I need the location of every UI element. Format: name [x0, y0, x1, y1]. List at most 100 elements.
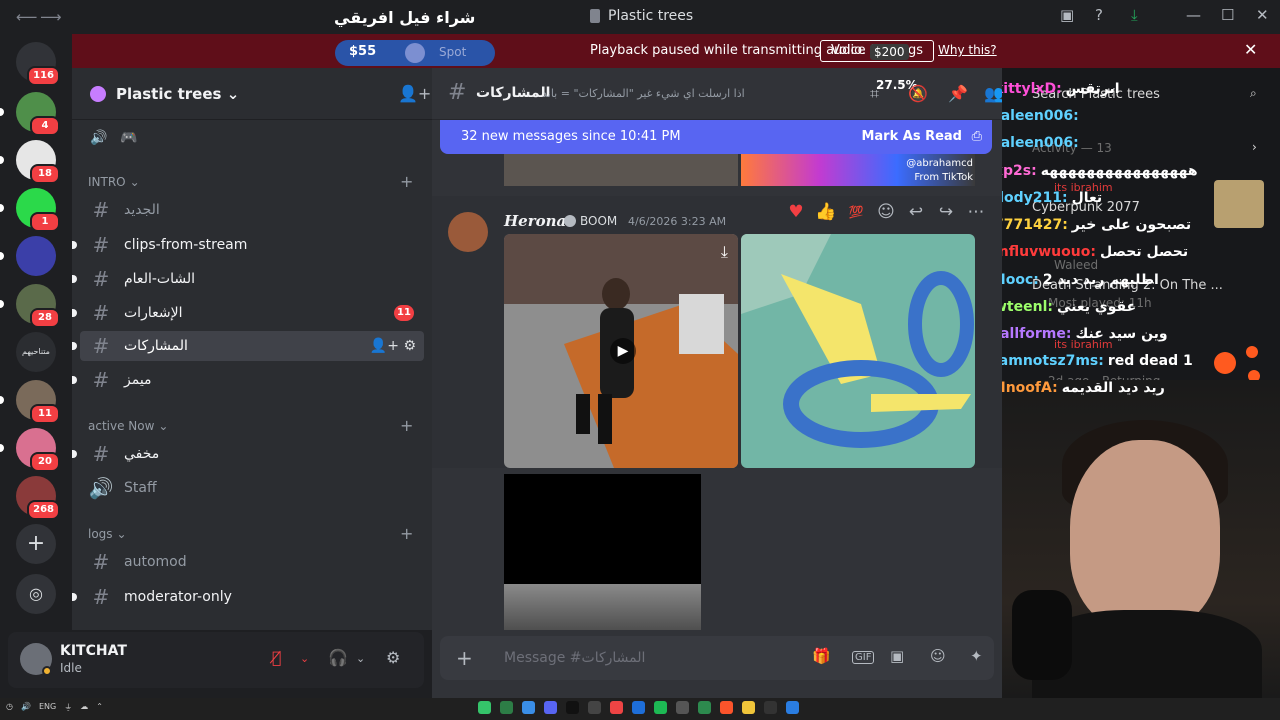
chevron-down-icon[interactable]: ⌄: [300, 652, 309, 665]
add-reaction-icon[interactable]: ☺: [874, 202, 898, 222]
gear-icon[interactable]: ⚙: [386, 648, 400, 667]
app-icon[interactable]: [676, 701, 689, 714]
server-icon[interactable]: 11: [16, 380, 60, 424]
category-logs[interactable]: logs ⌄: [88, 527, 127, 541]
close-window-icon[interactable]: ✕: [1256, 6, 1269, 24]
add-channel-icon[interactable]: +: [400, 524, 413, 543]
discord-icon[interactable]: [544, 701, 557, 714]
video-attachment[interactable]: ▶ ⤓: [504, 234, 738, 468]
channel-notifications[interactable]: # الإشعارات 11: [72, 298, 424, 328]
channel-hidden[interactable]: # مخفي: [72, 439, 424, 469]
app-icon[interactable]: [698, 701, 711, 714]
invite-icon[interactable]: 👤+: [398, 84, 431, 103]
windows-icon[interactable]: [786, 701, 799, 714]
help-icon[interactable]: ?: [1095, 6, 1103, 24]
previous-video-thumb-right[interactable]: @abrahamcd From TikTok: [741, 154, 975, 186]
tray-expand-icon[interactable]: ⌃: [96, 702, 103, 713]
video-attachment[interactable]: [504, 474, 701, 630]
gamepad-icon[interactable]: 🎮: [120, 130, 137, 146]
add-channel-icon[interactable]: +: [400, 416, 413, 435]
download-icon[interactable]: ⤓: [1131, 6, 1138, 24]
forward-icon[interactable]: ↪: [934, 202, 958, 222]
minimize-icon[interactable]: —: [1186, 6, 1201, 24]
app-icon[interactable]: [588, 701, 601, 714]
category-active-now[interactable]: active Now ⌄: [88, 419, 168, 433]
message-input[interactable]: Message #المشاركات: [504, 650, 645, 666]
headphones-icon[interactable]: 🎧: [328, 648, 348, 667]
channel-jadeed[interactable]: # الجديد: [80, 195, 424, 225]
spotify-icon[interactable]: [654, 701, 667, 714]
thumbs-up-icon[interactable]: 👍: [814, 202, 838, 222]
app-icon[interactable]: [522, 701, 535, 714]
members-icon[interactable]: 👥: [984, 84, 1002, 103]
volume-icon[interactable]: 🔊: [21, 702, 31, 713]
more-icon[interactable]: ⋯: [964, 202, 988, 222]
image-attachment[interactable]: [741, 234, 975, 468]
discover-icon[interactable]: ◎: [16, 574, 56, 614]
channel-clips-from-stream[interactable]: # clips-from-stream: [72, 230, 424, 260]
channel-staff[interactable]: 🔊 Staff: [80, 473, 424, 503]
server-icon[interactable]: 268: [16, 476, 60, 520]
arrow-left-icon[interactable]: ⟵: [16, 8, 38, 26]
notification-muted-icon[interactable]: 🔕: [908, 84, 928, 103]
threads-icon[interactable]: ⌗: [870, 84, 879, 104]
channel-moderator-only[interactable]: # moderator-only: [72, 582, 424, 612]
app-icon[interactable]: [500, 701, 513, 714]
inbox-icon[interactable]: ▣: [1060, 6, 1074, 24]
new-messages-bar[interactable]: 32 new messages since 10:41 PM Mark As R…: [440, 120, 992, 154]
channel-memes[interactable]: # ميمز: [72, 365, 424, 395]
previous-video-thumb-left[interactable]: [504, 154, 738, 186]
sticker-icon[interactable]: ▣: [890, 647, 904, 665]
download-icon[interactable]: ⤓: [721, 242, 728, 262]
add-attachment-icon[interactable]: +: [456, 646, 473, 670]
home-button[interactable]: 116: [16, 42, 60, 86]
play-icon[interactable]: ▶: [610, 338, 636, 364]
mark-as-read-button[interactable]: Mark As Read: [861, 129, 962, 144]
message[interactable]: Herona BOOM 4/6/2026 3:23 AM ▶ ⤓: [432, 196, 1002, 468]
channel-topic[interactable]: اذا ارسلت اي شيء غير "المشاركات" = باند: [542, 87, 745, 100]
search-icon[interactable]: [764, 701, 777, 714]
app-icon[interactable]: [632, 701, 645, 714]
language-indicator[interactable]: ENG: [39, 702, 56, 713]
hundred-reaction-icon[interactable]: 💯: [844, 205, 868, 219]
gift-icon[interactable]: 🎁: [812, 647, 831, 665]
heart-reaction-icon[interactable]: ♥: [784, 202, 808, 222]
message-composer[interactable]: + Message #المشاركات 🎁 GIF ▣ ☺ ✦: [440, 636, 994, 680]
avatar[interactable]: [448, 212, 488, 252]
speaker-icon[interactable]: 🔊: [90, 130, 107, 146]
server-icon[interactable]: 1: [16, 188, 60, 232]
server-header[interactable]: Plastic trees ⌄ 👤+: [72, 68, 432, 120]
server-icon[interactable]: 18: [16, 140, 60, 184]
emoji-icon[interactable]: ☺: [930, 647, 946, 665]
chevron-down-icon[interactable]: ⌄: [356, 652, 365, 665]
why-this-link[interactable]: Why this?: [938, 43, 997, 57]
guild-tag[interactable]: BOOM: [564, 214, 617, 228]
brave-icon[interactable]: [720, 701, 733, 714]
channel-general-chat[interactable]: # الشات-العام: [72, 264, 424, 294]
add-server-icon[interactable]: +: [16, 524, 56, 564]
channel-automod[interactable]: # automod: [80, 547, 424, 577]
server-icon[interactable]: [16, 236, 56, 276]
server-icon[interactable]: 28: [16, 284, 60, 328]
folder-icon[interactable]: [742, 701, 755, 714]
server-icon[interactable]: 20: [16, 428, 60, 472]
category-intro[interactable]: INTRO ⌄: [88, 175, 140, 189]
mic-muted-icon[interactable]: 🎙̸: [272, 648, 282, 667]
close-icon[interactable]: ✕: [1244, 40, 1257, 59]
pin-icon[interactable]: 📌: [948, 84, 968, 103]
maximize-icon[interactable]: ☐: [1221, 6, 1234, 24]
app-icon[interactable]: [610, 701, 623, 714]
usb-icon: ⏚: [64, 703, 73, 712]
channel-participations[interactable]: # المشاركات 👤+ ⚙: [72, 331, 424, 361]
app-icon[interactable]: [478, 701, 491, 714]
add-channel-icon[interactable]: +: [400, 172, 413, 191]
apps-icon[interactable]: ✦: [970, 647, 983, 665]
server-icon[interactable]: 4: [16, 92, 60, 136]
tiktok-icon[interactable]: [566, 701, 579, 714]
channel-settings-icon[interactable]: 👤+ ⚙: [370, 338, 416, 354]
gif-icon[interactable]: GIF: [852, 651, 875, 664]
server-icon[interactable]: متناحيهم: [16, 332, 56, 372]
reply-icon[interactable]: ↩: [904, 202, 928, 222]
message-author[interactable]: Herona: [504, 212, 566, 230]
arrow-right-icon[interactable]: ⟶: [40, 8, 62, 26]
